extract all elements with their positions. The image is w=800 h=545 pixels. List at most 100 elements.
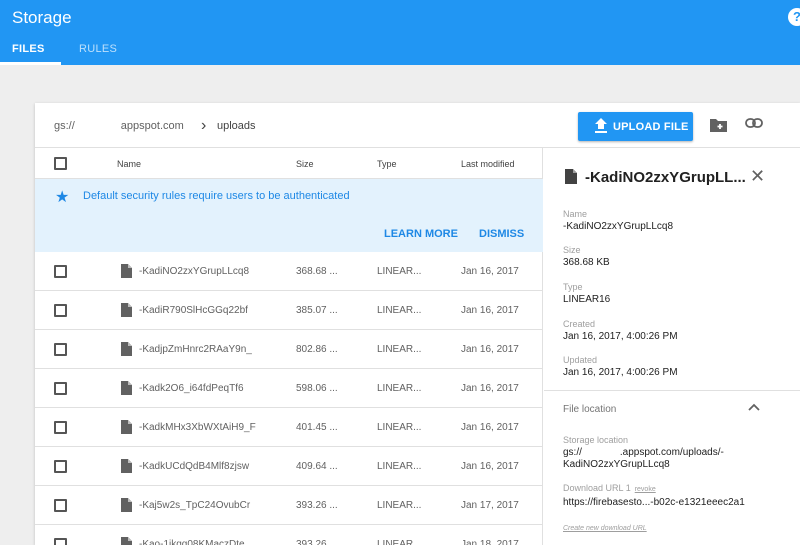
create-download-url-link[interactable]: Create new download URL — [563, 525, 647, 532]
select-all-checkbox[interactable] — [54, 157, 67, 170]
download-url-label: Download URL 1 revoke — [563, 483, 656, 493]
table-row[interactable]: -Kao-1jkgq08KMaczDte 393.26 ... LINEAR... J… — [35, 525, 543, 545]
size-label: Size — [563, 245, 581, 255]
file-modified: Jan 18, 2017 — [461, 539, 519, 545]
file-icon — [121, 498, 132, 512]
link-icon[interactable] — [745, 118, 763, 128]
bucket-prefix: gs:// — [54, 120, 75, 132]
help-icon[interactable]: ? — [788, 8, 800, 26]
size-value: 368.68 KB — [563, 257, 610, 268]
file-name[interactable]: -KadiR790SlHcGGq22bf — [139, 305, 248, 316]
upload-file-label: UPLOAD FILE — [613, 121, 689, 133]
file-modified: Jan 16, 2017 — [461, 383, 519, 394]
name-value: -KadiNO2zxYGrupLLcq8 — [563, 221, 674, 232]
table-row[interactable]: -KadiNO2zxYGrupLLcq8 368.68 ... LINEAR... J… — [35, 252, 543, 291]
file-size: 409.64 ... — [296, 461, 338, 472]
chevron-up-icon[interactable] — [748, 403, 760, 411]
security-rules-banner: ★ Default security rules require users t… — [35, 179, 543, 252]
file-modified: Jan 16, 2017 — [461, 344, 519, 355]
tab-files[interactable]: FILES — [12, 43, 45, 55]
header-name[interactable]: Name — [117, 159, 141, 169]
revoke-link[interactable]: revoke — [635, 486, 656, 493]
download-url-value[interactable]: https://firebasesto...-b02c-e1321eeec2a1 — [563, 497, 745, 508]
row-checkbox[interactable] — [54, 343, 67, 356]
row-checkbox[interactable] — [54, 265, 67, 278]
app-bar: Storage ? FILES RULES — [0, 0, 800, 65]
file-modified: Jan 16, 2017 — [461, 305, 519, 316]
download-url-label-text: Download URL 1 — [563, 483, 631, 493]
created-label: Created — [563, 319, 596, 329]
storage-browser-card: gs:// appspot.com › uploads UPLOAD FILE N… — [35, 103, 800, 545]
file-type: LINEAR... — [377, 422, 422, 433]
file-name[interactable]: -Kadk2O6_i64fdPeqTf6 — [139, 383, 244, 394]
row-checkbox[interactable] — [54, 499, 67, 512]
storage-location-line1: gs:// .appspot.com/uploads/- — [563, 447, 724, 458]
table-row[interactable]: -KadiR790SlHcGGq22bf 385.07 ... LINEAR... J… — [35, 291, 543, 330]
file-modified: Jan 16, 2017 — [461, 422, 519, 433]
header-size[interactable]: Size — [296, 159, 314, 169]
table-row[interactable]: -Kadk2O6_i64fdPeqTf6 598.06 ... LINEAR... J… — [35, 369, 543, 408]
row-checkbox[interactable] — [54, 421, 67, 434]
table-row[interactable]: -Kaj5w2s_TpC24OvubCr 393.26 ... LINEAR... J… — [35, 486, 543, 525]
bucket-suffix: appspot.com — [120, 120, 184, 132]
file-size: 368.68 ... — [296, 266, 338, 277]
list-header: Name Size Type Last modified — [35, 148, 543, 179]
file-type: LINEAR... — [377, 539, 422, 545]
file-name[interactable]: -Kao-1jkgq08KMaczDte — [139, 539, 245, 545]
updated-label: Updated — [563, 355, 598, 365]
type-value: LINEAR16 — [563, 294, 611, 305]
file-type: LINEAR... — [377, 344, 422, 355]
file-size: 393.26 ... — [296, 539, 338, 545]
breadcrumb-bucket[interactable]: gs:// appspot.com — [54, 120, 184, 132]
file-size: 401.45 ... — [296, 422, 338, 433]
breadcrumb-chevron-icon: › — [201, 117, 207, 134]
storage-location-label: Storage location — [563, 435, 629, 445]
file-type: LINEAR... — [377, 500, 422, 511]
file-type: LINEAR... — [377, 461, 422, 472]
detail-title: -KadiNO2zxYGrupLL... — [585, 169, 746, 186]
file-name[interactable]: -KadiNO2zxYGrupLLcq8 — [139, 266, 249, 277]
file-size: 385.07 ... — [296, 305, 338, 316]
file-size: 598.06 ... — [296, 383, 338, 394]
file-size: 393.26 ... — [296, 500, 338, 511]
file-icon — [121, 342, 132, 356]
learn-more-button[interactable]: LEARN MORE — [384, 228, 458, 240]
file-icon — [121, 303, 132, 317]
file-name[interactable]: -Kaj5w2s_TpC24OvubCr — [139, 500, 250, 511]
header-type[interactable]: Type — [377, 159, 397, 169]
type-label: Type — [563, 282, 583, 292]
active-tab-indicator — [0, 62, 61, 65]
row-checkbox[interactable] — [54, 538, 67, 545]
file-type: LINEAR... — [377, 305, 422, 316]
row-checkbox[interactable] — [54, 304, 67, 317]
tab-rules[interactable]: RULES — [79, 43, 117, 55]
name-label: Name — [563, 209, 588, 219]
divider — [544, 390, 800, 391]
storage-location-suffix: .appspot.com/uploads/- — [619, 447, 724, 458]
table-row[interactable]: -KadkMHx3XbWXtAiH9_F 401.45 ... LINEAR... J… — [35, 408, 543, 447]
file-name[interactable]: -KadkMHx3XbWXtAiH9_F — [139, 422, 256, 433]
file-icon — [121, 264, 132, 278]
table-row[interactable]: -KadkUCdQdB4Mlf8zjsw 409.64 ... LINEAR... J… — [35, 447, 543, 486]
storage-location-line2: KadiNO2zxYGrupLLcq8 — [563, 459, 670, 470]
file-icon — [121, 537, 132, 545]
row-checkbox[interactable] — [54, 382, 67, 395]
file-icon — [121, 420, 132, 434]
file-location-header[interactable]: File location — [563, 404, 616, 415]
table-row[interactable]: -KadjpZmHnrc2RAaY9n_ 802.86 ... LINEAR... J… — [35, 330, 543, 369]
upload-file-button[interactable]: UPLOAD FILE — [578, 112, 693, 141]
header-last-modified[interactable]: Last modified — [461, 159, 515, 169]
upload-icon — [595, 118, 607, 133]
breadcrumb-folder[interactable]: uploads — [217, 120, 256, 132]
star-icon: ★ — [55, 189, 70, 206]
file-name[interactable]: -KadkUCdQdB4Mlf8zjsw — [139, 461, 249, 472]
row-checkbox[interactable] — [54, 460, 67, 473]
file-size: 802.86 ... — [296, 344, 338, 355]
close-icon[interactable]: ✕ — [750, 166, 765, 187]
file-modified: Jan 16, 2017 — [461, 461, 519, 472]
dismiss-button[interactable]: DISMISS — [479, 228, 524, 240]
updated-value: Jan 16, 2017, 4:00:26 PM — [563, 367, 678, 378]
storage-location-prefix: gs:// — [563, 447, 582, 458]
new-folder-icon[interactable] — [710, 118, 727, 132]
file-name[interactable]: -KadjpZmHnrc2RAaY9n_ — [139, 344, 252, 355]
